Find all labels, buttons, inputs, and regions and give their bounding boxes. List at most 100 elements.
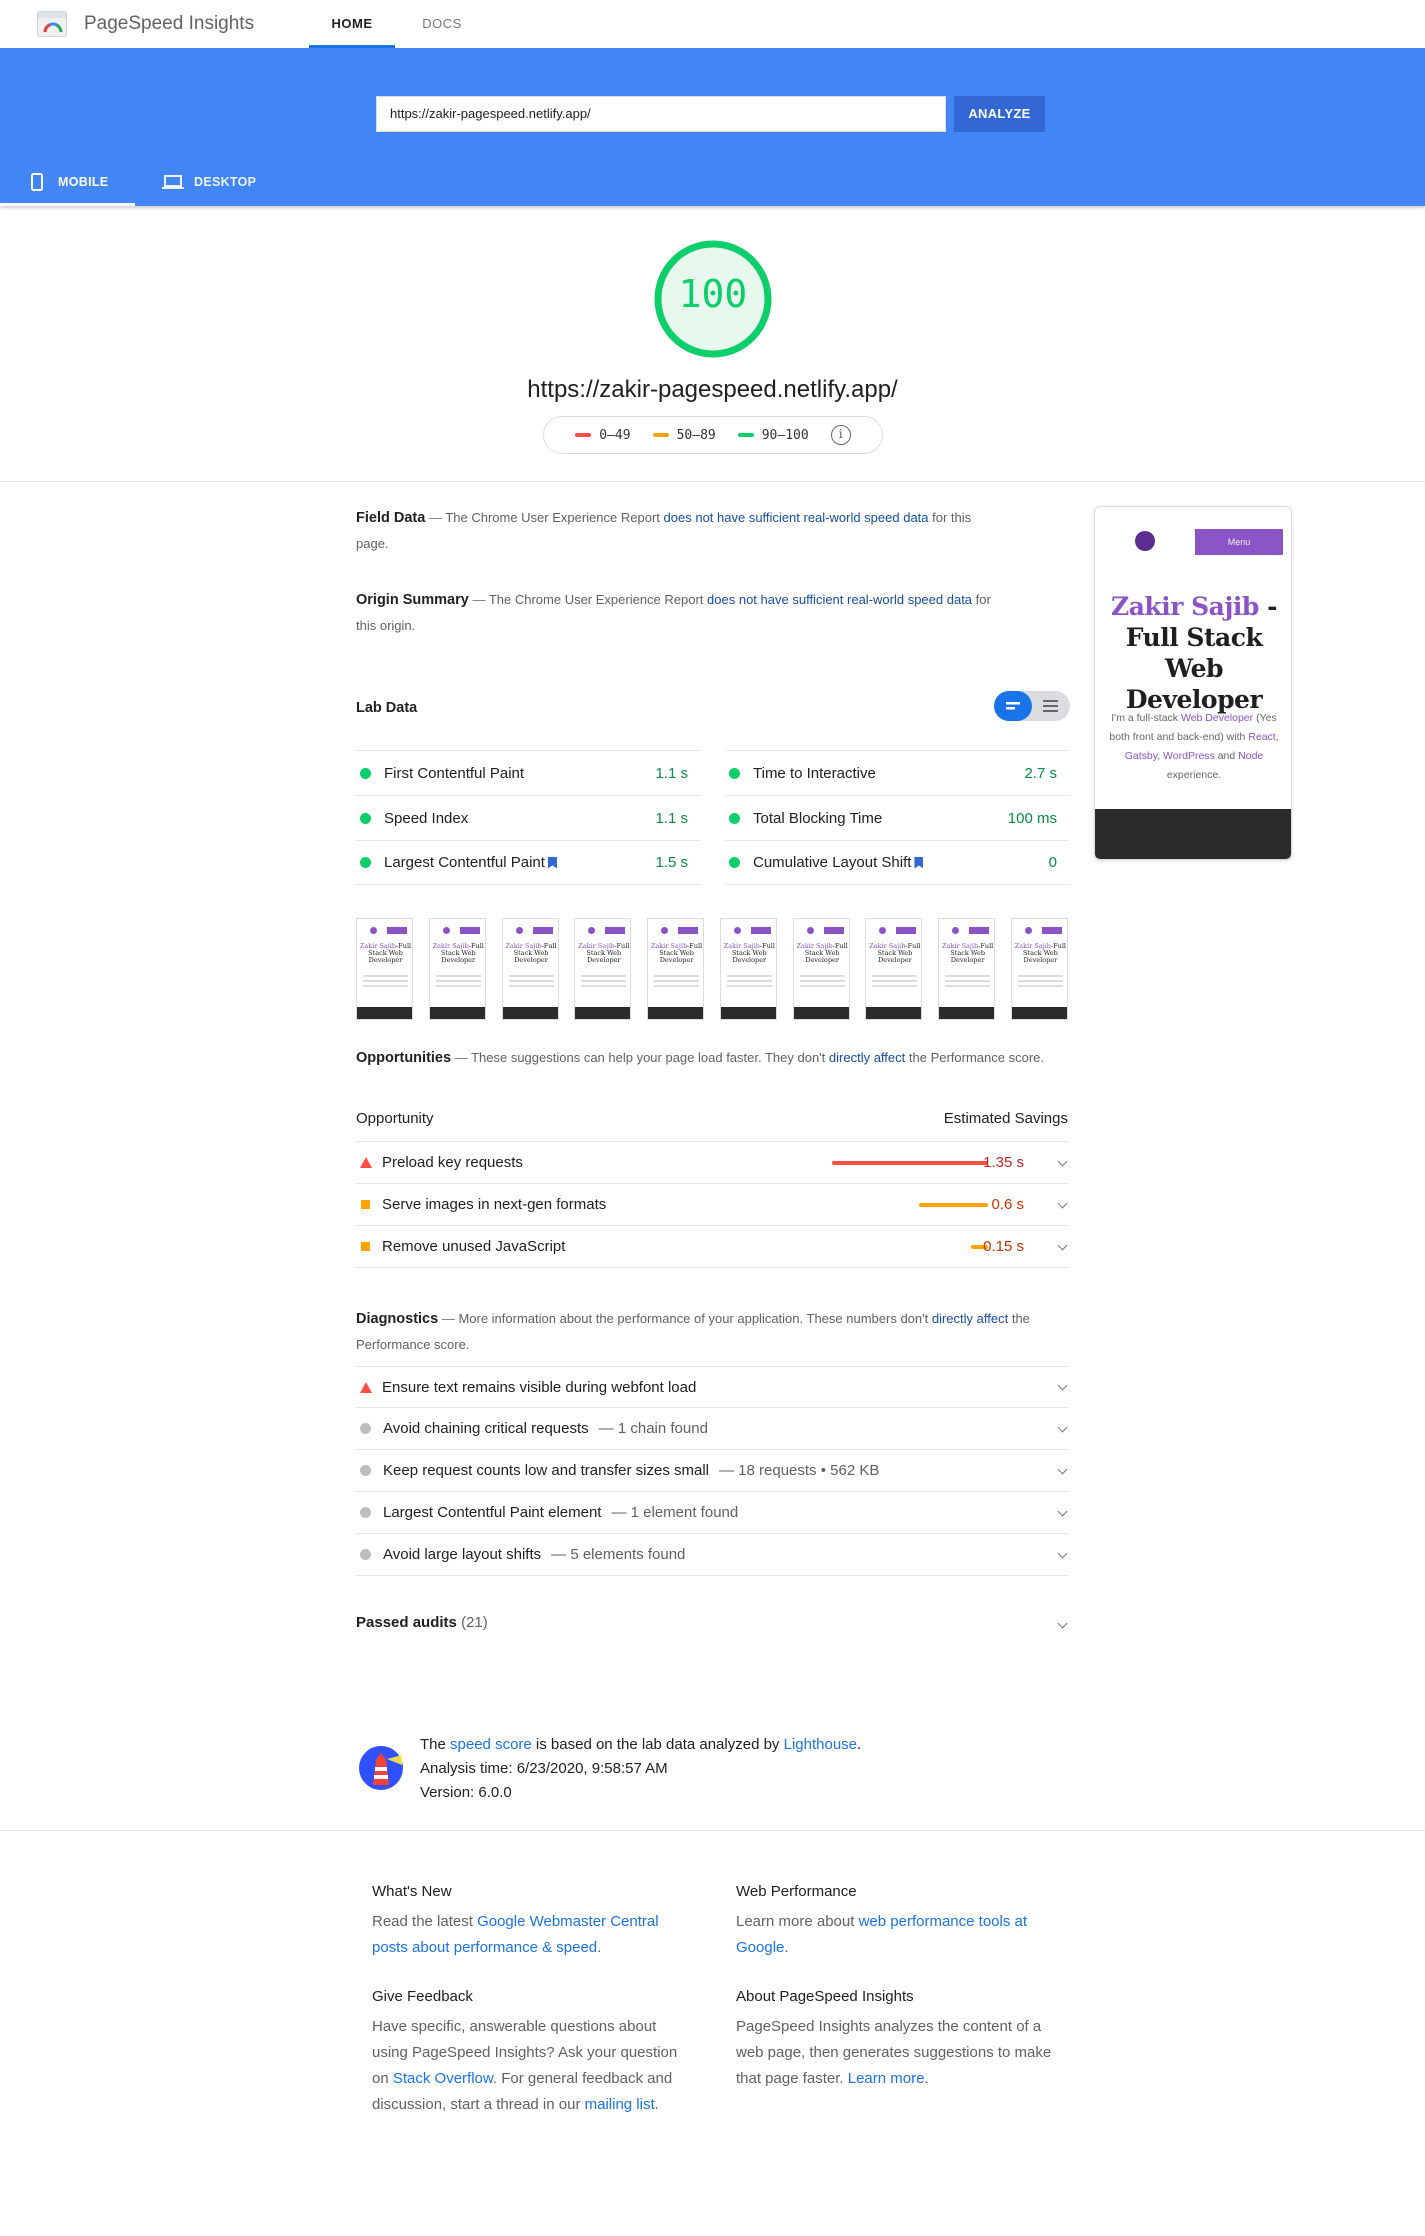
search-band: https://zakir-pagespeed.netlify.app/ ANA… bbox=[0, 48, 1425, 206]
frame-text-line bbox=[726, 975, 772, 977]
mailing-list-link[interactable]: mailing list bbox=[585, 2096, 655, 2113]
frame-menu bbox=[750, 927, 771, 934]
frame-footer bbox=[648, 1007, 704, 1019]
tab-desktop[interactable]: DESKTOP bbox=[150, 160, 285, 206]
lh-text-the: The bbox=[420, 1736, 446, 1753]
filmstrip-frame: Zakir Sajib-Full Stack Web Developer bbox=[356, 918, 413, 1020]
pass-dot-icon bbox=[729, 812, 740, 824]
frame-text-line bbox=[872, 980, 918, 982]
frame-text-line bbox=[508, 985, 554, 987]
opportunity-label: Preload key requests bbox=[382, 1154, 523, 1171]
url-input[interactable]: https://zakir-pagespeed.netlify.app/ bbox=[376, 96, 946, 132]
filmstrip-frame: Zakir Sajib-Full Stack Web Developer bbox=[501, 918, 559, 1020]
info-icon[interactable]: i bbox=[830, 425, 851, 445]
pass-dot-icon bbox=[729, 857, 740, 868]
diagnostic-row[interactable]: Keep request counts low and transfer siz… bbox=[356, 1450, 1068, 1492]
frame-logo-icon bbox=[661, 927, 669, 934]
frame-footer bbox=[575, 1007, 631, 1019]
metric-label: Cumulative Layout Shift bbox=[753, 854, 912, 871]
frame-logo-icon bbox=[370, 927, 377, 934]
chevron-down-icon[interactable] bbox=[1058, 1466, 1068, 1476]
laptop-icon bbox=[162, 175, 184, 189]
diagnostic-row[interactable]: Ensure text remains visible during webfo… bbox=[356, 1366, 1068, 1408]
frame-text-line bbox=[799, 980, 845, 982]
stack-overflow-link[interactable]: Stack Overflow bbox=[393, 2070, 493, 2087]
tab-mobile[interactable]: MOBILE bbox=[0, 160, 135, 206]
chevron-down-icon[interactable] bbox=[1058, 1508, 1068, 1518]
footer-text-after: . bbox=[654, 2096, 659, 2113]
lighthouse-link[interactable]: Lighthouse bbox=[784, 1736, 857, 1753]
origin-summary-link[interactable]: does not have sufficient real-world spee… bbox=[707, 592, 972, 607]
desc-text: experience. bbox=[1166, 769, 1222, 781]
frame-title: Zakir Sajib-Full Stack Web Developer bbox=[941, 943, 994, 964]
col-opportunity: Opportunity bbox=[356, 1110, 434, 1127]
chevron-down-icon[interactable] bbox=[1058, 1158, 1068, 1168]
brand-title[interactable]: PageSpeed Insights bbox=[84, 13, 254, 35]
frame-text-line bbox=[508, 980, 554, 982]
frame-text-line bbox=[799, 985, 845, 987]
frame-text-line bbox=[654, 975, 700, 977]
speed-score-link[interactable]: speed score bbox=[450, 1736, 532, 1753]
tab-home[interactable]: HOME bbox=[309, 0, 395, 48]
diagnostic-row[interactable]: Avoid chaining critical requests — 1 cha… bbox=[356, 1408, 1068, 1450]
field-data-link[interactable]: does not have sufficient real-world spee… bbox=[664, 510, 929, 525]
desc-link: WordPress bbox=[1163, 750, 1215, 762]
diagnostic-label: Ensure text remains visible during webfo… bbox=[382, 1378, 697, 1396]
diagnostic-row[interactable]: Avoid large layout shifts — 5 elements f… bbox=[356, 1534, 1068, 1576]
metric-label: Largest Contentful Paint bbox=[384, 854, 545, 871]
chevron-down-icon[interactable] bbox=[1058, 1200, 1068, 1210]
toggle-list-view-icon[interactable] bbox=[1032, 691, 1070, 721]
top-app-bar: PageSpeed Insights HOME DOCS bbox=[0, 0, 1425, 48]
learn-more-link[interactable]: Learn more bbox=[848, 2070, 925, 2087]
chevron-down-icon[interactable] bbox=[1058, 1382, 1068, 1392]
diagnostic-label: Avoid large layout shifts bbox=[383, 1546, 542, 1563]
final-screenshot-preview: Menu Zakir Sajib -Full Stack Web Develop… bbox=[1094, 506, 1292, 860]
diagnostic-row[interactable]: Largest Contentful Paint element — 1 ele… bbox=[356, 1492, 1068, 1534]
desc-text: , bbox=[1157, 750, 1161, 762]
savings-bar bbox=[832, 1160, 988, 1165]
bookmark-icon bbox=[914, 856, 924, 869]
desc-link: Node bbox=[1238, 750, 1264, 762]
score-legend: 0–49 50–89 90–100 i bbox=[543, 416, 883, 454]
desc-text: , bbox=[1275, 731, 1279, 743]
frame-title: Zakir Sajib-Full Stack Web Developer bbox=[796, 943, 849, 964]
opportunity-row[interactable]: Serve images in next-gen formats 0.6 s bbox=[356, 1184, 1068, 1226]
frame-logo-icon bbox=[733, 927, 741, 934]
chevron-down-icon[interactable] bbox=[1058, 1242, 1068, 1252]
frame-title: Zakir Sajib-Full Stack Web Developer bbox=[723, 943, 776, 964]
site-hero-description: I'm a full-stack Web Developer (Yes both… bbox=[1101, 709, 1287, 785]
directly-affect-link[interactable]: directly affect bbox=[829, 1050, 905, 1065]
footer-text-after: . bbox=[924, 2070, 929, 2087]
bookmark-icon bbox=[547, 856, 557, 869]
chevron-down-icon[interactable] bbox=[1058, 1550, 1068, 1560]
metric-value: 0 bbox=[1048, 854, 1057, 871]
passed-audits-toggle[interactable]: Passed audits (21) bbox=[356, 1614, 1068, 1631]
frame-title: Zakir Sajib-Full Stack Web Developer bbox=[1014, 943, 1067, 964]
phone-icon bbox=[31, 173, 43, 191]
frame-text-line bbox=[1017, 985, 1063, 987]
frame-text-line bbox=[435, 975, 481, 977]
pass-dot-icon bbox=[729, 767, 740, 779]
directly-affect-link[interactable]: directly affect bbox=[932, 1311, 1008, 1326]
analyze-button[interactable]: ANALYZE bbox=[954, 96, 1045, 132]
frame-title: Zakir Sajib-Full Stack Web Developer bbox=[432, 943, 485, 964]
view-toggle[interactable] bbox=[994, 691, 1070, 721]
frame-text-line bbox=[581, 985, 627, 987]
tab-docs[interactable]: DOCS bbox=[406, 0, 478, 48]
metrics-column-right: Time to Interactive 2.7 s Total Blocking … bbox=[725, 750, 1069, 885]
lighthouse-icon bbox=[359, 1746, 403, 1790]
metric-label: Speed Index bbox=[384, 809, 469, 827]
opportunity-row[interactable]: Preload key requests 1.35 s bbox=[356, 1142, 1068, 1184]
desc-text: and bbox=[1217, 750, 1236, 762]
frame-footer bbox=[502, 1007, 558, 1019]
footer-text: Learn more about bbox=[736, 1913, 855, 1930]
toggle-summary-view-icon[interactable] bbox=[994, 691, 1032, 721]
filmstrip: Zakir Sajib-Full Stack Web Developer Zaki… bbox=[356, 918, 1068, 1020]
pass-bar-icon bbox=[737, 433, 754, 437]
chevron-down-icon[interactable] bbox=[1058, 1424, 1068, 1434]
chevron-down-icon[interactable] bbox=[1058, 1620, 1068, 1630]
frame-text-line bbox=[363, 975, 408, 977]
opportunity-row[interactable]: Remove unused JavaScript 0.15 s bbox=[356, 1226, 1068, 1268]
frame-footer bbox=[793, 1007, 849, 1019]
tab-desktop-label: DESKTOP bbox=[194, 175, 257, 189]
